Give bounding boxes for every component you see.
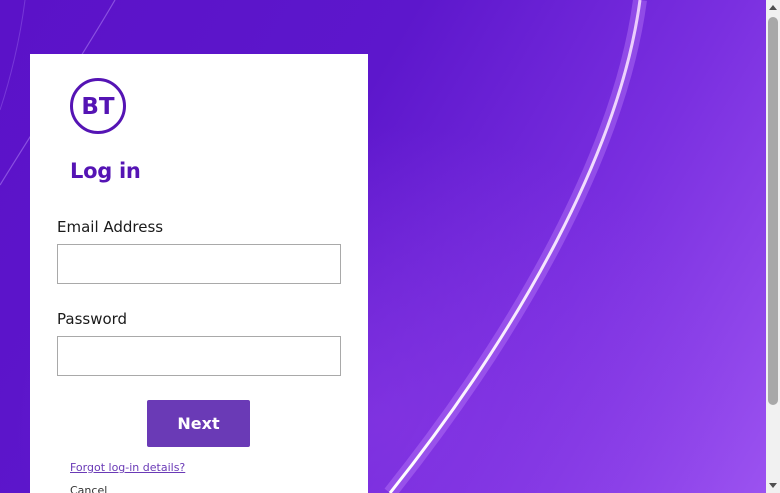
page-scrollbar[interactable] <box>766 0 780 493</box>
cancel-link[interactable]: Cancel <box>70 484 107 493</box>
email-label: Email Address <box>57 218 164 236</box>
bt-logo-text: BT <box>81 94 115 120</box>
bt-logo-icon: BT <box>70 78 126 134</box>
scroll-up-arrow-icon[interactable] <box>769 5 777 10</box>
scroll-down-arrow-icon[interactable] <box>769 483 777 488</box>
login-card: BT Log in Email Address Password Next Fo… <box>30 54 368 493</box>
email-field[interactable] <box>57 244 341 284</box>
scrollbar-thumb[interactable] <box>768 17 778 405</box>
forgot-login-link[interactable]: Forgot log-in details? <box>70 461 185 474</box>
next-button[interactable]: Next <box>147 400 250 447</box>
page-title: Log in <box>70 159 141 183</box>
password-field[interactable] <box>57 336 341 376</box>
password-label: Password <box>57 310 128 328</box>
